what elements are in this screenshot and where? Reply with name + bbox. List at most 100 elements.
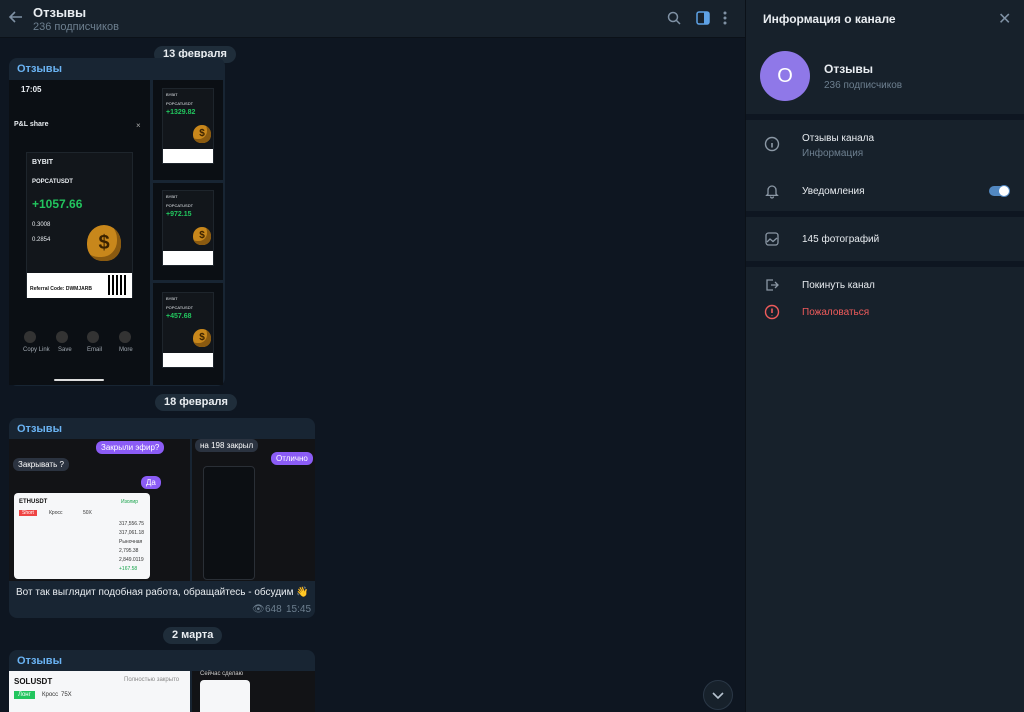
message-post-2[interactable]: Отзывы Закрыли эфир? Закрывать ? Да ETHU… [9,418,315,618]
thumb-pair: POPCATUSDT [166,203,194,208]
thumb-pair: POPCATUSDT [166,305,194,310]
trade-tag: Лонг [14,691,35,699]
pnl-card: BYBIT POPCATUSDT +1057.66 0.3008 0.2854 … [26,152,133,298]
leave-icon [764,277,782,295]
date-pill: 18 февраля [155,394,237,411]
photos-link[interactable]: 145 фотографий [802,234,879,245]
chat-bubble: Закрыли эфир? [96,441,165,454]
more-vertical-icon[interactable] [722,11,738,27]
close-icon: × [136,121,141,130]
download-icon [56,331,68,343]
info-icon [764,136,782,154]
message-author[interactable]: Отзывы [17,655,62,667]
trade-leverage: 75X [61,692,72,698]
referral-strip: Referral Code: DWMJARB [27,273,132,298]
trade-row: 2,849.0119 [119,557,144,563]
telegram-window: Отзывы 236 подписчиков 13 февраля Отзывы… [0,0,1024,712]
media-thumb-3[interactable]: BYBIT POPCATUSDT +457.68 $ [153,283,223,385]
exit-price: 0.2854 [32,237,51,243]
message-post-3[interactable]: Отзывы SOLUSDT Полностью закрыто Лонг Кр… [9,650,315,712]
qr-code-icon [108,275,128,295]
chat-area[interactable]: Отзывы 236 подписчиков 13 февраля Отзывы… [0,0,745,712]
home-indicator [54,379,104,381]
message-author[interactable]: Отзывы [17,423,62,435]
thumb-brand: BYBIT [166,194,178,199]
pl-share-label: P&L share [14,121,49,128]
about-sub: Информация [802,148,864,159]
bell-icon [764,183,782,201]
section-divider [746,114,1024,120]
chat-subtitle: 236 подписчиков [33,21,119,33]
report-button[interactable]: Пожаловаться [802,307,869,318]
sidebar-toggle-icon[interactable] [696,11,712,27]
save-action: Save [58,347,72,353]
link-icon [24,331,36,343]
media-chat-screenshot-3[interactable]: Сейчас сделаю [192,671,315,712]
media-chat-screenshot[interactable]: Закрыли эфир? Закрывать ? Да ETHUSDT Изо… [9,439,190,581]
trade-pair: SOLUSDT [14,677,53,686]
leave-channel-button[interactable]: Покинуть канал [802,280,875,291]
channel-info-panel: Информация о канале ✕ О Отзывы 236 подпи… [745,0,1024,712]
section-divider [746,261,1024,267]
about-label[interactable]: Отзывы канала [802,133,874,144]
notifications-label[interactable]: Уведомления [802,186,865,197]
trade-card[interactable]: SOLUSDT Полностью закрыто Лонг Кросс 75X [9,671,190,712]
money-bag-icon: $ [193,227,211,245]
chat-bubble: Закрывать ? [13,458,69,471]
thumb-pair: POPCATUSDT [166,101,194,106]
entry-price: 0.3008 [32,222,51,228]
thumb-brand: BYBIT [166,296,178,301]
message-text: Вот так выглядит подобная работа, обраща… [16,587,309,598]
referral-code: Referral Code: DWMJARB [30,286,92,292]
money-bag-icon: $ [193,329,211,347]
chat-bubble: Да [141,476,161,489]
thumb-strip [163,353,213,367]
message-author[interactable]: Отзывы [17,63,62,75]
photo-icon [764,231,782,249]
dots-icon [119,331,131,343]
chevron-down-icon [712,692,724,700]
scroll-down-button[interactable] [703,680,733,710]
chat-title[interactable]: Отзывы [33,5,86,20]
media-photo-large[interactable]: 17:05 P&L share × BYBIT POPCATUSDT +1057… [9,80,150,385]
caption-text: Сейчас сделаю [200,671,244,677]
trade-row: 317,556.75 [119,521,145,527]
pair-label: POPCATUSDT [32,179,73,185]
close-icon[interactable]: ✕ [998,9,1011,29]
pnl-value: +1057.66 [32,197,83,211]
notifications-toggle[interactable] [989,185,1010,197]
message-time: 15:45 [286,604,312,615]
money-bag-icon: $ [193,125,211,143]
search-icon[interactable] [667,11,683,27]
phone-time: 17:05 [21,85,42,94]
brand-logo: BYBIT [32,159,53,166]
chat-bubble: на 198 закрыл [195,439,259,452]
avatar[interactable]: О [760,51,810,101]
chat-header: Отзывы 236 подписчиков [0,0,745,38]
section-divider [746,211,1024,217]
trade-card: ETHUSDT Изолир Short Кросс 50X 317,556.7… [14,493,150,579]
media-thumb-2[interactable]: BYBIT POPCATUSDT +972.15 $ [153,183,223,280]
chat-bubble: Отлично [271,452,313,465]
channel-name: Отзывы [824,62,874,76]
back-arrow-icon[interactable] [8,9,26,27]
view-count: 648 [265,604,282,615]
trade-row: Рыночная [119,539,143,545]
thumb-strip [163,251,213,265]
thumb-strip [163,149,213,163]
thumb-pnl: +457.68 [166,313,192,320]
thumb-brand: BYBIT [166,92,178,97]
thumb-card: BYBIT POPCATUSDT +457.68 $ [162,292,214,368]
phone-mockup [203,466,255,580]
thumb-pnl: +1329.82 [166,109,196,116]
trade-row: 317,061.18 [119,530,145,536]
money-bag-icon: $ [87,225,121,261]
trade-status: Полностью закрыто [124,677,180,683]
trade-row: 2,795.38 [119,548,139,554]
media-thumb-1[interactable]: BYBIT POPCATUSDT +1329.82 $ [153,80,223,180]
panel-title: Информация о канале [763,12,896,26]
media-chat-screenshot-2[interactable]: на 198 закрыл Отлично [192,439,315,581]
trade-row: +167.58 [119,566,138,572]
phone-mockup [200,680,250,712]
mail-icon [87,331,99,343]
